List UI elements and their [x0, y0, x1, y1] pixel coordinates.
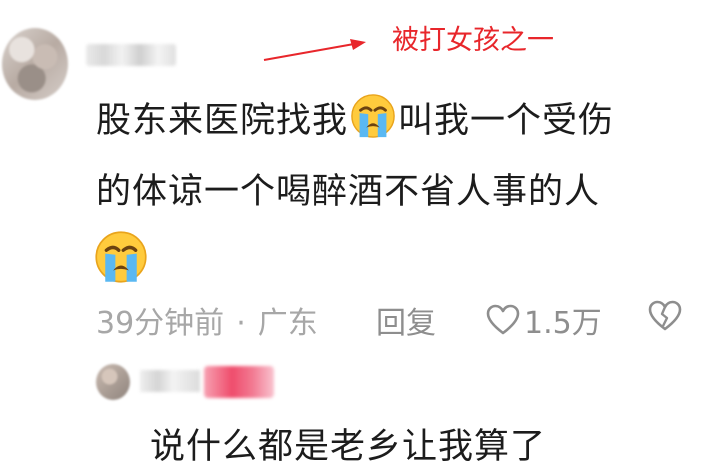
crying-face-icon [351, 94, 395, 138]
heart-outline-icon [486, 304, 520, 335]
meta-separator: · [236, 306, 246, 341]
reply-text: 说什么都是老乡让我算了 [150, 427, 547, 467]
reply-avatar[interactable] [96, 364, 130, 400]
commenter-username-redacted[interactable] [86, 44, 176, 66]
crying-face-icon [95, 231, 147, 283]
commenter-avatar[interactable] [2, 28, 68, 100]
reply-username-redacted[interactable] [140, 370, 200, 392]
reply-button[interactable]: 回复 [376, 298, 436, 342]
like-count: 1.5万 [524, 306, 602, 341]
comment-meta: 39分钟前 · 广东 [96, 298, 318, 342]
comment-location: 广东 [257, 306, 318, 341]
like-button[interactable]: 1.5万 [486, 298, 602, 342]
annotation-arrow [263, 39, 366, 61]
comment-text-segment: 股东来医院找我 [96, 101, 349, 141]
annotation-label: 被打女孩之一 [392, 25, 554, 56]
comment-text-line-1: 股东来医院找我 叫我一个受伤 [96, 92, 614, 143]
broken-heart-icon[interactable] [648, 300, 682, 332]
reply-badge-redacted [204, 366, 274, 398]
comment-text-segment: 叫我一个受伤 [398, 101, 615, 141]
comment-time: 39分钟前 [96, 306, 225, 341]
comment-text-line-2: 的体谅一个喝醉酒不省人事的人 [96, 172, 601, 212]
